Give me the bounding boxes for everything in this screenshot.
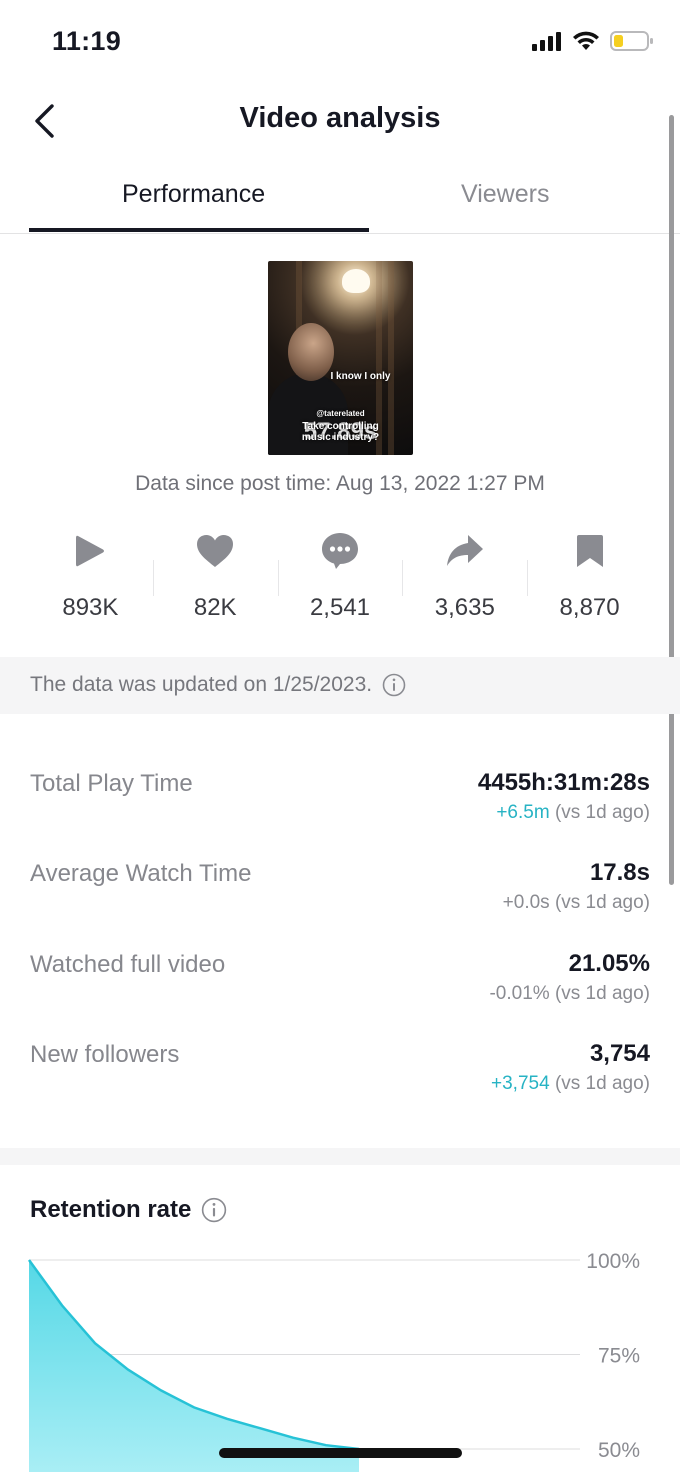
- lamp-image: [342, 269, 370, 293]
- play-icon: [76, 535, 105, 567]
- likes-count: 82K: [193, 594, 237, 621]
- metric-delta-suffix: (vs 1d ago): [549, 1073, 650, 1094]
- status-time: 11:19: [52, 26, 122, 56]
- comments-count: 2,541: [309, 594, 371, 621]
- shares-count: 3,635: [434, 594, 495, 621]
- stat-comments: 2,541: [277, 528, 403, 628]
- metric-delta: -0.01% (vs 1d ago): [489, 983, 650, 1005]
- metric-label: Watched full video: [30, 951, 226, 978]
- stat-likes: 82K: [152, 528, 278, 628]
- video-thumbnail[interactable]: I know I only @taterelated 57.89s Take c…: [268, 261, 413, 455]
- metric-label: New followers: [30, 1041, 180, 1068]
- bookmark-icon: [576, 535, 603, 567]
- heart-icon: [197, 535, 234, 567]
- tab-bar: Performance Viewers: [0, 160, 680, 234]
- cellular-signal-icon: [532, 32, 561, 51]
- stats-row: 893K 82K 2,541 3,635 8,870: [28, 528, 652, 628]
- tab-viewers[interactable]: Viewers: [461, 180, 549, 209]
- metric-value: 3,754: [589, 1040, 650, 1067]
- status-icons: [532, 30, 654, 52]
- tab-performance[interactable]: Performance: [122, 180, 265, 209]
- chart-y-tick-label: 50%: [598, 1439, 640, 1462]
- wifi-icon: [573, 31, 599, 50]
- video-caption: I know I only: [330, 371, 391, 382]
- metric-label: Average Watch Time: [30, 860, 252, 887]
- metric-label: Total Play Time: [30, 770, 193, 797]
- metric-delta-change: -0.01%: [489, 983, 550, 1004]
- stat-shares: 3,635: [402, 528, 527, 628]
- metric-delta-change: +0.0s: [502, 892, 550, 913]
- page-title: Video analysis: [239, 102, 441, 134]
- retention-section-title: Retention rate: [30, 1196, 227, 1224]
- section-divider: [0, 1148, 680, 1165]
- stat-saves: 8,870: [527, 528, 652, 628]
- metric-average-watch-time: Average Watch Time 17.8s +0.0s (vs 1d ag…: [30, 859, 650, 930]
- metric-delta-suffix: (vs 1d ago): [549, 892, 650, 913]
- metric-delta-change: +3,754: [491, 1073, 550, 1094]
- metric-delta: +6.5m (vs 1d ago): [496, 802, 650, 824]
- metric-watched-full-video: Watched full video 21.05% -0.01% (vs 1d …: [30, 950, 650, 1021]
- metric-new-followers: New followers 3,754 +3,754 (vs 1d ago): [30, 1040, 650, 1111]
- chart-y-tick-label: 100%: [586, 1250, 640, 1273]
- metric-value: 4455h:31m:28s: [477, 769, 650, 796]
- scrollbar[interactable]: [669, 115, 674, 885]
- saves-count: 8,870: [559, 594, 620, 621]
- chart-y-tick-label: 75%: [598, 1345, 640, 1368]
- metric-value: 17.8s: [589, 859, 650, 886]
- stat-views: 893K: [28, 528, 153, 628]
- video-caption-lines: Take controlling music industry?: [268, 421, 413, 443]
- views-count: 893K: [62, 594, 119, 621]
- info-icon[interactable]: [382, 673, 406, 697]
- video-handle: @taterelated: [316, 409, 365, 418]
- metric-delta-suffix: (vs 1d ago): [549, 802, 650, 823]
- metric-value: 21.05%: [568, 950, 650, 977]
- retention-chart: 100% 75% 50%: [27, 1250, 640, 1472]
- retention-title: Retention rate: [30, 1196, 192, 1223]
- update-notice-text: The data was updated on 1/25/2023.: [30, 673, 373, 696]
- video-caption-line: music industry?: [301, 432, 380, 443]
- metric-delta: +3,754 (vs 1d ago): [491, 1073, 650, 1095]
- metric-total-play-time: Total Play Time 4455h:31m:28s +6.5m (vs …: [30, 769, 650, 840]
- comment-icon: [321, 533, 358, 569]
- metric-delta-change: +6.5m: [496, 802, 550, 823]
- active-tab-indicator: [29, 228, 369, 232]
- home-indicator[interactable]: [219, 1448, 462, 1458]
- share-icon: [446, 535, 483, 566]
- metric-delta-suffix: (vs 1d ago): [549, 983, 650, 1004]
- video-caption-line: Take controlling: [302, 421, 379, 432]
- info-icon[interactable]: [201, 1197, 227, 1223]
- battery-icon: [610, 31, 653, 51]
- metric-delta: +0.0s (vs 1d ago): [503, 892, 650, 914]
- update-notice-banner: The data was updated on 1/25/2023.: [0, 657, 680, 714]
- data-since-text: Data since post time: Aug 13, 2022 1:27 …: [135, 472, 545, 495]
